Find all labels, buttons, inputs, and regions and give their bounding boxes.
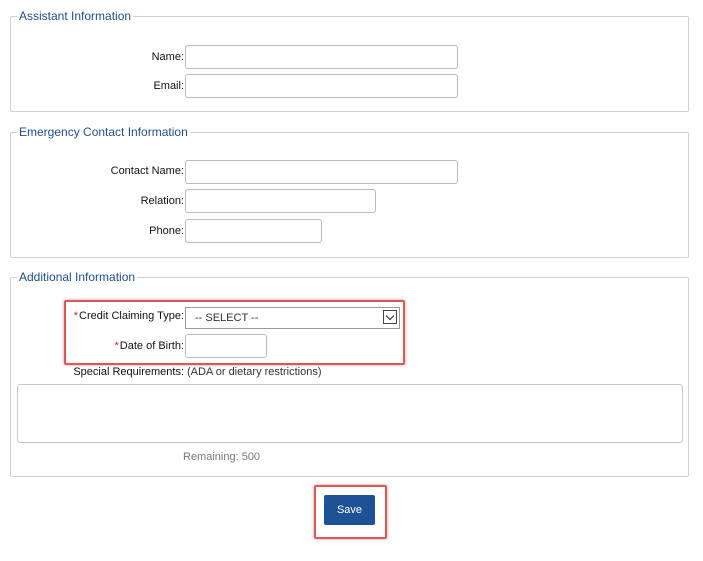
special-requirements-hint: (ADA or dietary restrictions) bbox=[187, 366, 322, 378]
name-label: Name: bbox=[151, 51, 184, 63]
emergency-contact-legend: Emergency Contact Information bbox=[17, 125, 190, 139]
assistant-name-input[interactable] bbox=[185, 45, 458, 69]
assistant-information-legend: Assistant Information bbox=[17, 9, 134, 23]
contact-name-label: Contact Name: bbox=[110, 165, 184, 177]
date-of-birth-input[interactable] bbox=[185, 334, 267, 358]
save-button[interactable]: Save bbox=[324, 495, 375, 525]
additional-information-legend: Additional Information bbox=[17, 270, 138, 284]
email-label: Email: bbox=[153, 80, 184, 92]
chevron-down-icon[interactable] bbox=[383, 310, 397, 324]
relation-label: Relation: bbox=[140, 195, 184, 207]
assistant-email-input[interactable] bbox=[185, 74, 458, 98]
credit-claiming-type-text: Credit Claiming Type: bbox=[79, 310, 184, 322]
relation-input[interactable] bbox=[185, 189, 376, 213]
credit-claiming-type-label: *Credit Claiming Type: bbox=[60, 310, 184, 322]
date-of-birth-text: Date of Birth: bbox=[119, 340, 184, 352]
credit-claiming-type-select[interactable]: -- SELECT -- bbox=[185, 307, 400, 329]
special-requirements-textarea[interactable] bbox=[17, 384, 683, 443]
phone-input[interactable] bbox=[185, 219, 322, 243]
remaining-characters: Remaining: 500 bbox=[183, 451, 261, 463]
required-marker: * bbox=[73, 310, 79, 322]
date-of-birth-label: *Date of Birth: bbox=[60, 340, 184, 352]
special-requirements-label: Special Requirements: bbox=[73, 366, 184, 378]
contact-name-input[interactable] bbox=[185, 160, 458, 184]
credit-claiming-type-value: -- SELECT -- bbox=[195, 312, 259, 324]
required-marker: * bbox=[114, 340, 119, 352]
phone-label: Phone: bbox=[149, 225, 184, 237]
